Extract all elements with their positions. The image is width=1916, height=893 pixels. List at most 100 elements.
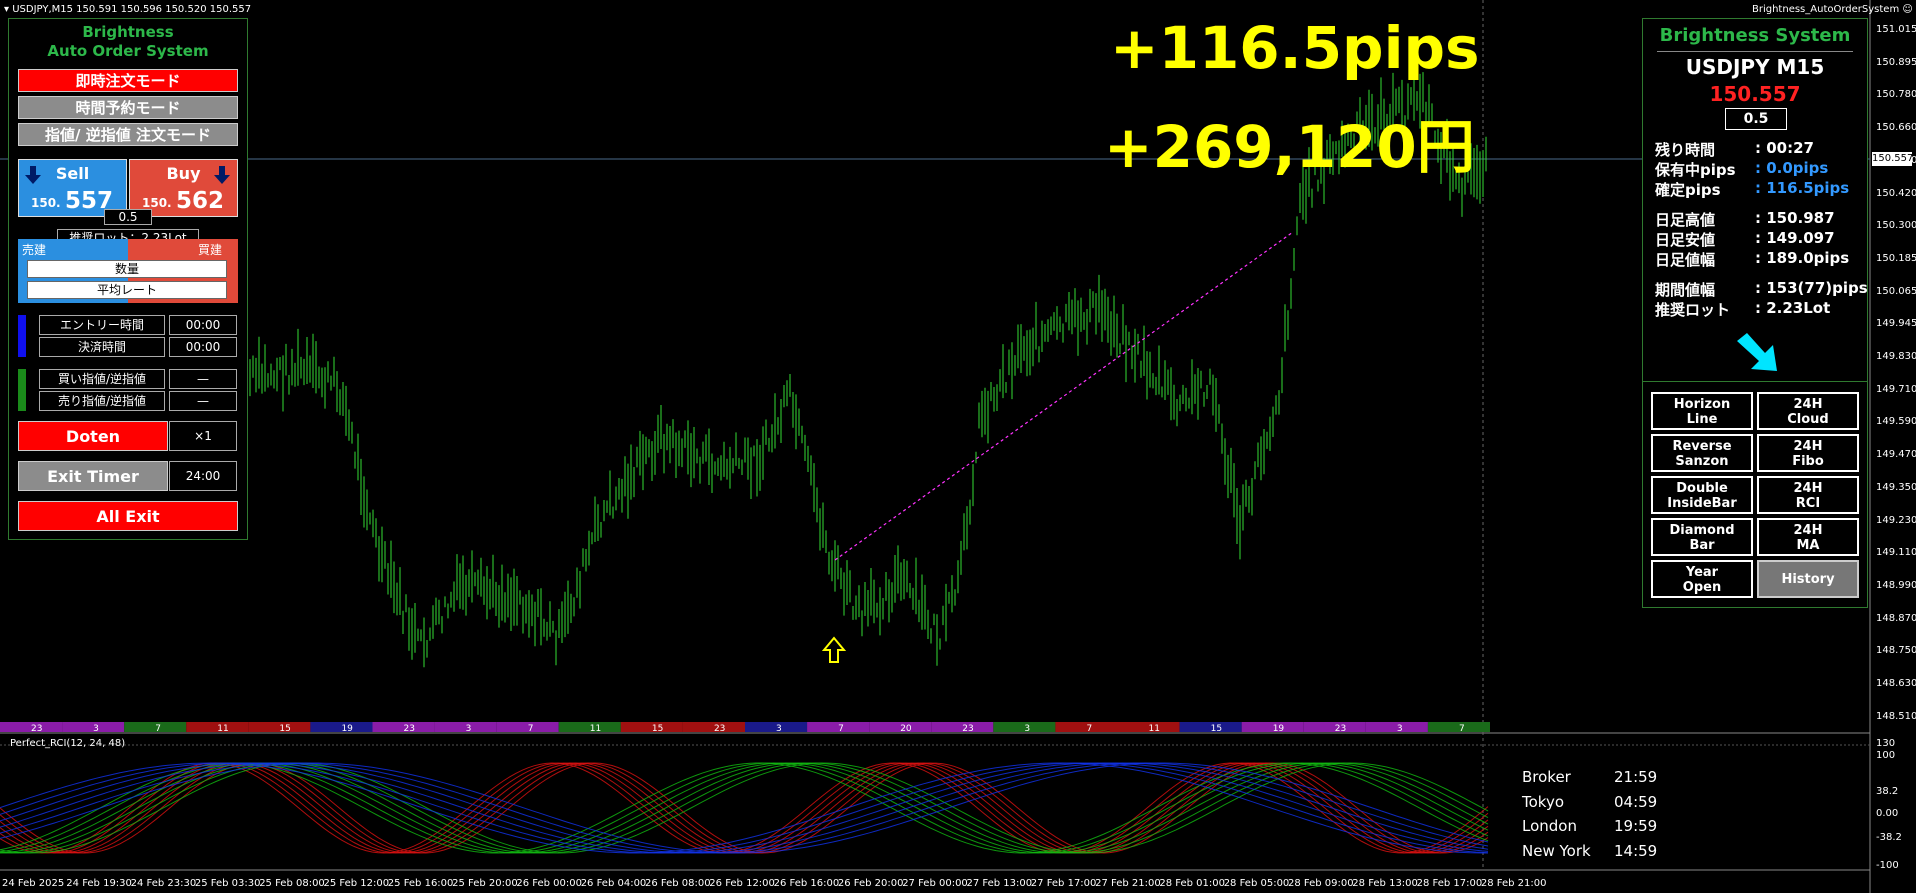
indicator-axis-label: -38.2 — [1876, 832, 1902, 843]
buy-limit-value[interactable]: — — [169, 369, 237, 389]
session-label: 15 — [652, 724, 663, 734]
exit-timer-value[interactable]: 24:00 — [169, 461, 237, 491]
limit-order-mode-button[interactable]: 指値/ 逆指値 注文モード — [18, 123, 238, 146]
stat-value: : 150.987 — [1755, 209, 1835, 227]
session-label: 7 — [1086, 724, 1092, 734]
position-box: 売建 買建 数量 平均レート — [18, 239, 238, 303]
price-chart[interactable]: 23 3 7 11 15 19 23 3 7 11 15 23 3 7 20 23 3 7 11 15 19 23 3 7 — [0, 0, 1916, 893]
stat-row: 確定pips : 116.5pips — [1655, 179, 1849, 200]
session-label: 15 — [279, 724, 290, 734]
tool-button-line1: Double — [1676, 481, 1728, 496]
doten-multiplier[interactable]: ×1 — [169, 421, 237, 451]
tool-button[interactable]: Reverse Sanzon — [1651, 434, 1753, 472]
time-axis-label: 26 Feb 20:00 — [837, 878, 904, 889]
indicator-axis-label: -100 — [1876, 860, 1899, 871]
tool-button-line2: Bar — [1689, 538, 1715, 553]
price-axis-label: 148.630 — [1876, 678, 1916, 689]
tool-button-line2: MA — [1796, 538, 1820, 553]
stat-value: : 2.23Lot — [1755, 299, 1831, 317]
time-axis-label: 25 Feb 12:00 — [323, 878, 390, 889]
clock-city: Tokyo — [1522, 792, 1564, 811]
price-axis-label: 148.990 — [1876, 579, 1916, 591]
clock-time: 19:59 — [1614, 817, 1658, 835]
time-axis-label: 25 Feb 03:30 — [194, 878, 261, 889]
stat-row: 推奨ロット : 2.23Lot — [1655, 299, 1830, 320]
session-label: 3 — [93, 724, 99, 734]
time-axis-label: 28 Feb 01:00 — [1159, 878, 1225, 889]
tool-button[interactable]: Diamond Bar — [1651, 518, 1753, 556]
tool-button[interactable]: History — [1757, 560, 1859, 598]
tool-button-line2: Line — [1686, 412, 1718, 427]
entry-time-value[interactable]: 00:00 — [169, 315, 237, 335]
tool-button[interactable]: 24H MA — [1757, 518, 1859, 556]
stat-row: 期間値幅: 153(77)pips — [1655, 279, 1868, 300]
time-axis-label: 28 Feb 17:00 — [1416, 878, 1483, 889]
time-axis-label: 27 Feb 13:00 — [966, 878, 1033, 889]
time-axis-label: 28 Feb 13:00 — [1352, 878, 1418, 889]
price-axis-label: 151.015 — [1876, 24, 1916, 35]
tool-button-line1: Year — [1685, 565, 1719, 580]
time-axis-label: 24 Feb 19:30 — [66, 878, 132, 889]
tool-button[interactable]: 24H RCI — [1757, 476, 1859, 514]
time-axis-label: 24 Feb 23:30 — [130, 878, 197, 889]
tool-button[interactable]: Double InsideBar — [1651, 476, 1753, 514]
tool-button-line1: 24H — [1793, 481, 1823, 496]
indicator-name: Perfect_RCI(12, 24, 48) — [10, 738, 126, 749]
sell-limit-value[interactable]: — — [169, 391, 237, 411]
time-axis-label: 24 Feb 2025 — [2, 878, 65, 889]
stat-value: : 0.0pips — [1755, 159, 1829, 177]
lot-input[interactable]: 0.5 — [104, 209, 152, 225]
time-axis-label: 26 Feb 04:00 — [580, 878, 647, 889]
session-label: 20 — [900, 724, 912, 734]
stat-label: 推奨ロット — [1655, 301, 1731, 319]
tool-button[interactable]: Year Open — [1651, 560, 1753, 598]
session-label: 11 — [590, 724, 601, 734]
price-axis-label: 149.945 — [1876, 318, 1916, 330]
stat-value: : 149.097 — [1755, 229, 1835, 247]
tool-button-line1: 24H — [1793, 397, 1823, 412]
session-label: 19 — [1273, 724, 1285, 734]
session-label: 23 — [962, 724, 973, 734]
clock-city: Broker — [1522, 768, 1571, 786]
stat-label: 確定pips — [1655, 181, 1721, 199]
tool-button-line1: Diamond — [1669, 523, 1735, 538]
instant-order-mode-button[interactable]: 即時注文モード — [18, 69, 238, 92]
session-label: 23 — [31, 724, 42, 734]
stat-row: 保有中pips: 0.0pips — [1655, 159, 1828, 180]
lot-display[interactable]: 0.5 — [1725, 108, 1787, 130]
current-price-tag: 150.557 — [1872, 152, 1914, 166]
session-label: 23 — [714, 724, 725, 734]
tool-button-line1: 24H — [1793, 523, 1823, 538]
all-exit-button[interactable]: All Exit — [18, 501, 238, 531]
clock-time: 14:59 — [1614, 841, 1658, 860]
exit-time-value[interactable]: 00:00 — [169, 337, 237, 357]
indicator-axis-label: 130 — [1876, 738, 1896, 749]
tool-button-line1: 24H — [1793, 439, 1823, 454]
tool-button[interactable]: 24H Fibo — [1757, 434, 1859, 472]
price-axis-label: 150.895 — [1876, 56, 1916, 68]
price-axis-label: 148.750 — [1876, 645, 1916, 657]
tool-button[interactable]: 24H Cloud — [1757, 392, 1859, 430]
auto-order-panel: Brightness Auto Order System 即時注文モード 時間予… — [8, 18, 248, 540]
session-label: 3 — [1024, 724, 1030, 734]
tool-button[interactable]: Horizon Line — [1651, 392, 1753, 430]
down-right-arrow-icon — [1737, 333, 1777, 371]
price-axis-label: 149.110 — [1876, 547, 1916, 559]
stat-value: : 153(77)pips — [1755, 279, 1868, 297]
clock-city: New York — [1522, 841, 1591, 860]
stat-value: : 189.0pips — [1755, 249, 1850, 267]
time-axis-label: 26 Feb 16:00 — [773, 878, 840, 889]
time-axis-label: 26 Feb 12:00 — [709, 878, 775, 889]
doten-button[interactable]: Doten — [18, 421, 168, 451]
stat-value: : 00:27 — [1755, 139, 1814, 157]
time-axis-label: 28 Feb 21:00 — [1480, 878, 1547, 889]
stat-label: 日足値幅 — [1655, 251, 1716, 269]
stat-value: : 116.5pips — [1755, 179, 1850, 197]
quantity-field: 数量 — [27, 260, 227, 278]
session-label: 23 — [1335, 724, 1346, 734]
time-reserve-mode-button[interactable]: 時間予約モード — [18, 96, 238, 119]
panel-title: Brightness — [82, 23, 174, 41]
session-label: 3 — [466, 724, 472, 734]
exit-timer-button[interactable]: Exit Timer — [18, 461, 168, 491]
indicator-axis-label: 100 — [1876, 750, 1896, 761]
